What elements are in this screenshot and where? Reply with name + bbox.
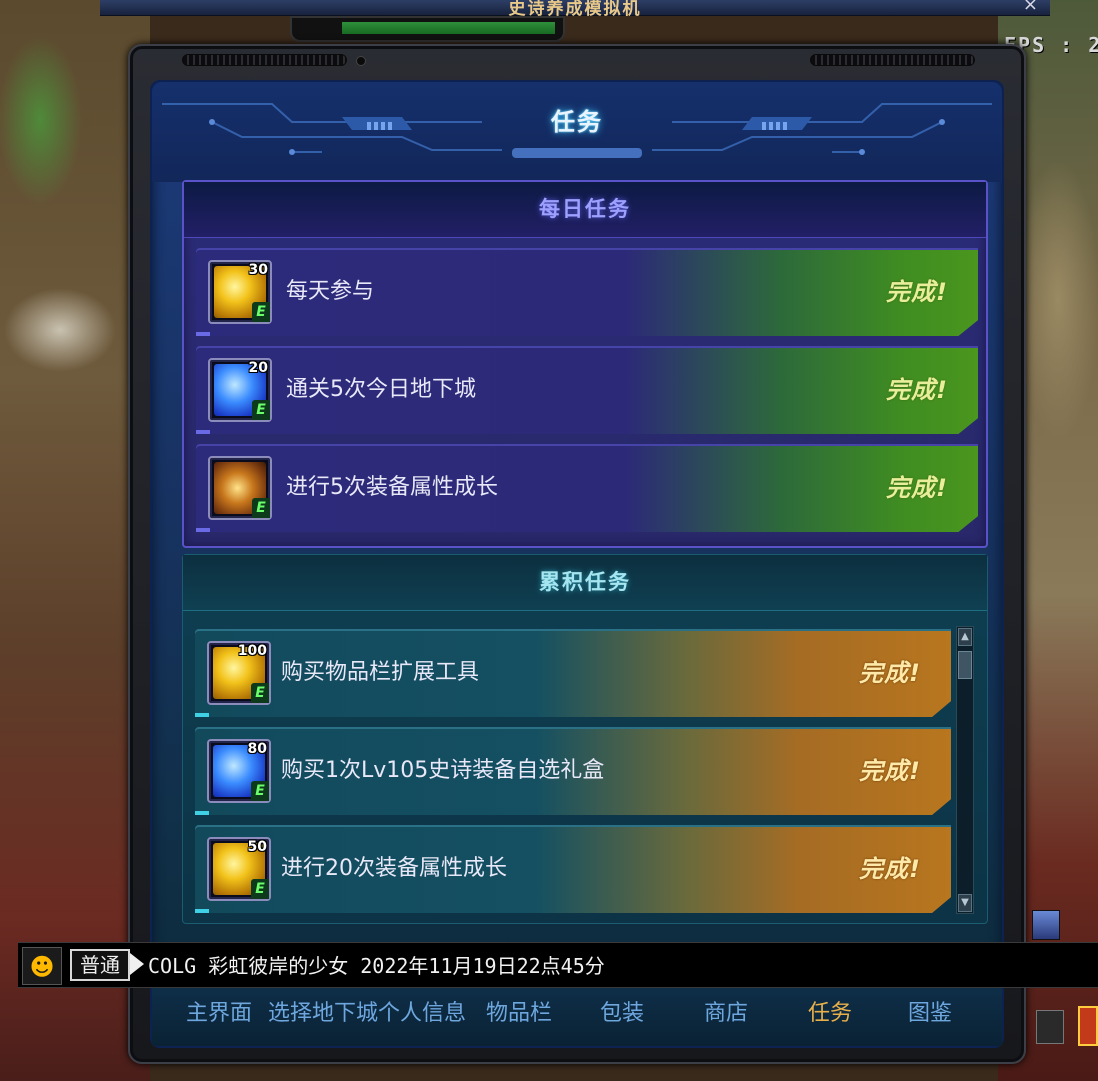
scroll-thumb[interactable]: [958, 651, 972, 679]
quest-label: 购买1次Lv105史诗装备自选礼盒: [281, 758, 605, 783]
reward-count: 30: [248, 262, 268, 278]
tab-inventory[interactable]: 物品栏: [486, 988, 552, 1040]
quest-panel: 任务 每日任务 30 E 每天参与 完成! 20 E 通关5次今日地下城 完成!: [150, 80, 1004, 1048]
scroll-down-icon[interactable]: ▼: [958, 894, 972, 912]
quest-status: 完成!: [886, 474, 948, 502]
quest-row[interactable]: 80 E 购买1次Lv105史诗装备自选礼盒 完成!: [195, 727, 951, 815]
reward-count: 50: [247, 839, 267, 855]
cumulative-quest-section: 累积任务 100 E 购买物品栏扩展工具 完成! 80 E 购买1次Lv105史…: [182, 554, 988, 924]
reward-slot[interactable]: 80 E: [207, 739, 271, 803]
cumulative-section-title: 累积任务: [183, 555, 987, 611]
scroll-up-icon[interactable]: ▲: [958, 628, 972, 646]
panel-header: 任务: [152, 82, 1002, 182]
quest-status: 完成!: [886, 376, 948, 404]
quest-label: 购买物品栏扩展工具: [281, 660, 480, 685]
epic-badge-icon: E: [252, 400, 270, 420]
chat-bar: ☻ 普通 COLG 彩虹彼岸的少女 2022年11月19日22点45分: [18, 942, 1098, 988]
reward-count: 80: [247, 741, 267, 757]
quest-status: 完成!: [886, 278, 948, 306]
reward-slot[interactable]: 50 E: [207, 837, 271, 901]
chat-message: COLG 彩虹彼岸的少女 2022年11月19日22点45分: [148, 954, 605, 978]
quest-label: 通关5次今日地下城: [286, 377, 476, 402]
row-accent: [195, 811, 209, 815]
epic-badge-icon: E: [251, 781, 269, 801]
reward-slot[interactable]: 100 E: [207, 641, 271, 705]
epic-badge-icon: E: [251, 683, 269, 703]
quest-row[interactable]: 20 E 通关5次今日地下城 完成!: [196, 346, 978, 434]
row-accent: [196, 528, 210, 532]
frame-screw: [356, 56, 366, 66]
tab-shop[interactable]: 商店: [704, 988, 748, 1040]
epic-badge-icon: E: [251, 879, 269, 899]
reward-slot[interactable]: 20 E: [208, 358, 272, 422]
quest-label: 进行5次装备属性成长: [286, 475, 498, 500]
hud-button[interactable]: [1036, 1010, 1064, 1044]
quest-label: 进行20次装备属性成长: [281, 856, 507, 881]
quest-status: 完成!: [859, 855, 921, 883]
quest-row[interactable]: 30 E 每天参与 完成!: [196, 248, 978, 336]
panel-title: 任务: [551, 108, 603, 136]
hud-button[interactable]: [1078, 1006, 1098, 1046]
epic-badge-icon: E: [252, 302, 270, 322]
close-icon[interactable]: ×: [1023, 0, 1038, 15]
row-accent: [196, 430, 210, 434]
tab-packaging[interactable]: 包装: [600, 988, 644, 1040]
row-accent: [196, 332, 210, 336]
hud-button[interactable]: [1032, 910, 1060, 940]
bottom-tab-bar: 主界面 选择地下城 个人信息 物品栏 包装 商店 任务 图鉴: [152, 988, 1002, 1046]
tab-quests[interactable]: 任务: [808, 988, 852, 1040]
quest-row[interactable]: E 进行5次装备属性成长 完成!: [196, 444, 978, 532]
play-arrow-icon: [130, 953, 144, 975]
reward-slot[interactable]: 30 E: [208, 260, 272, 324]
quest-row[interactable]: 100 E 购买物品栏扩展工具 完成!: [195, 629, 951, 717]
epic-badge-icon: E: [252, 498, 270, 518]
tab-profile[interactable]: 个人信息: [378, 988, 466, 1040]
reward-count: 100: [237, 643, 267, 659]
daily-section-title: 每日任务: [184, 182, 986, 238]
tab-main[interactable]: 主界面: [186, 988, 252, 1040]
window-title: 史诗养成模拟机: [508, 0, 642, 19]
quest-status: 完成!: [859, 757, 921, 785]
quest-label: 每天参与: [286, 279, 375, 304]
reward-slot[interactable]: E: [208, 456, 272, 520]
row-accent: [195, 909, 209, 913]
player-status-bar: [290, 16, 565, 42]
quest-status: 完成!: [859, 659, 921, 687]
frame-grill-left: [182, 54, 347, 66]
tab-select-dungeon[interactable]: 选择地下城: [268, 988, 378, 1040]
quest-scrollbar[interactable]: ▲ ▼: [956, 626, 974, 914]
chat-avatar-icon[interactable]: ☻: [22, 947, 62, 985]
reward-count: 20: [248, 360, 268, 376]
row-accent: [195, 713, 209, 717]
status-bar-fill: [342, 22, 555, 34]
window-title-bar[interactable]: 史诗养成模拟机 ×: [100, 0, 1050, 19]
tab-collection[interactable]: 图鉴: [908, 988, 952, 1040]
quest-row[interactable]: 50 E 进行20次装备属性成长 完成!: [195, 825, 951, 913]
chat-channel-button[interactable]: 普通: [70, 949, 130, 981]
frame-grill-right: [810, 54, 975, 66]
daily-quest-section: 每日任务 30 E 每天参与 完成! 20 E 通关5次今日地下城 完成! E …: [182, 180, 988, 548]
